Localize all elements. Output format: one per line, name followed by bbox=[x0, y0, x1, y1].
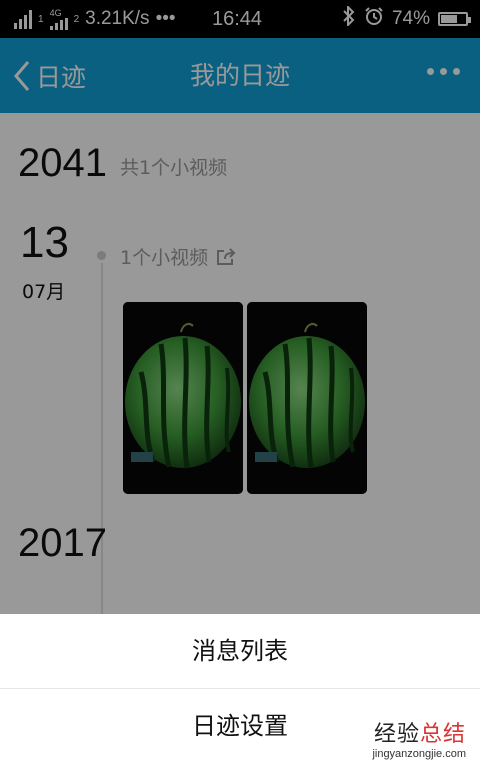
watermark-text-part2: 总结 bbox=[419, 722, 466, 747]
watermark-text: 经验总结 bbox=[372, 716, 466, 748]
watermark-text-part1: 经验 bbox=[373, 722, 420, 747]
message-list-option[interactable]: 消息列表 bbox=[0, 614, 480, 689]
watermark: 经验总结 jingyanzongjie.com bbox=[372, 716, 466, 760]
watermark-url: jingyanzongjie.com bbox=[372, 748, 466, 760]
